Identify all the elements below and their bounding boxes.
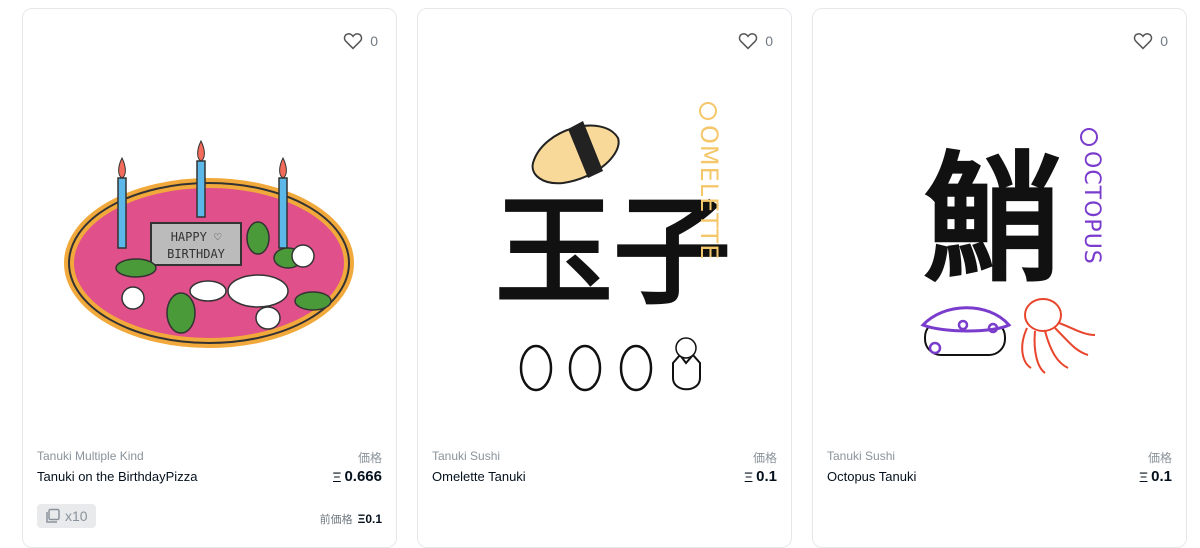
price-value: Ξ 0.1 — [744, 468, 777, 485]
favorite-count: 0 — [765, 32, 773, 49]
editions-icon — [46, 508, 60, 523]
favorite-count: 0 — [1160, 32, 1168, 49]
price-value: Ξ 0.1 — [1139, 468, 1172, 485]
art-sign-line2: BIRTHDAY — [167, 247, 226, 261]
nft-card-birthday-pizza[interactable]: 0 HAPPY ♡ BIRTHDAY Tanuki Multiple Kind … — [22, 8, 397, 548]
price-amount: 0.1 — [756, 468, 777, 485]
editions-badge: x10 — [37, 504, 96, 528]
favorite-button[interactable]: 0 — [343, 31, 378, 50]
nft-card-omelette[interactable]: 0 玉子 OMELETTE Tanuki Sushi 価格 Omelette T… — [417, 8, 792, 548]
nft-image[interactable]: 鮹 OCTOPUS — [813, 63, 1186, 433]
art-kanji: 鮹 — [923, 138, 1063, 302]
favorite-button[interactable]: 0 — [738, 31, 773, 50]
nft-image[interactable]: HAPPY ♡ BIRTHDAY — [23, 63, 396, 433]
nft-card-octopus[interactable]: 0 鮹 OCTOPUS Tanuki Sushi 価格 Octopus Tanu… — [812, 8, 1187, 548]
art-sign-line1: HAPPY ♡ — [171, 230, 222, 244]
previous-price: 前価格 Ξ0.1 — [320, 511, 382, 527]
collection-name[interactable]: Tanuki Sushi — [432, 449, 500, 463]
nft-image[interactable]: 玉子 OMELETTE — [418, 63, 791, 433]
collection-name[interactable]: Tanuki Sushi — [827, 449, 895, 463]
price-amount: 0.1 — [1151, 468, 1172, 485]
favorite-count: 0 — [370, 32, 378, 49]
heart-icon — [343, 33, 363, 50]
favorite-button[interactable]: 0 — [1133, 31, 1168, 50]
eth-icon: Ξ — [744, 468, 754, 485]
nft-name[interactable]: Omelette Tanuki — [432, 469, 526, 484]
heart-icon — [1133, 33, 1153, 50]
price-label: 価格 — [752, 451, 777, 465]
previous-price-amount: 0.1 — [365, 512, 382, 526]
collection-name[interactable]: Tanuki Multiple Kind — [37, 449, 144, 463]
art-vertical-word: OCTOPUS — [1079, 151, 1104, 265]
price-value: Ξ 0.666 — [332, 468, 382, 485]
nft-name[interactable]: Octopus Tanuki — [827, 469, 916, 484]
art-vertical-word: OMELETTE — [695, 125, 723, 260]
price-amount: 0.666 — [344, 468, 382, 485]
editions-count: x10 — [65, 508, 88, 524]
nft-name[interactable]: Tanuki on the BirthdayPizza — [37, 469, 197, 484]
eth-icon: Ξ — [332, 468, 342, 485]
price-label: 価格 — [1147, 451, 1172, 465]
eth-icon: Ξ — [1139, 468, 1149, 485]
heart-icon — [738, 33, 758, 50]
price-label: 価格 — [357, 451, 382, 465]
previous-price-label: 前価格 — [319, 514, 353, 526]
